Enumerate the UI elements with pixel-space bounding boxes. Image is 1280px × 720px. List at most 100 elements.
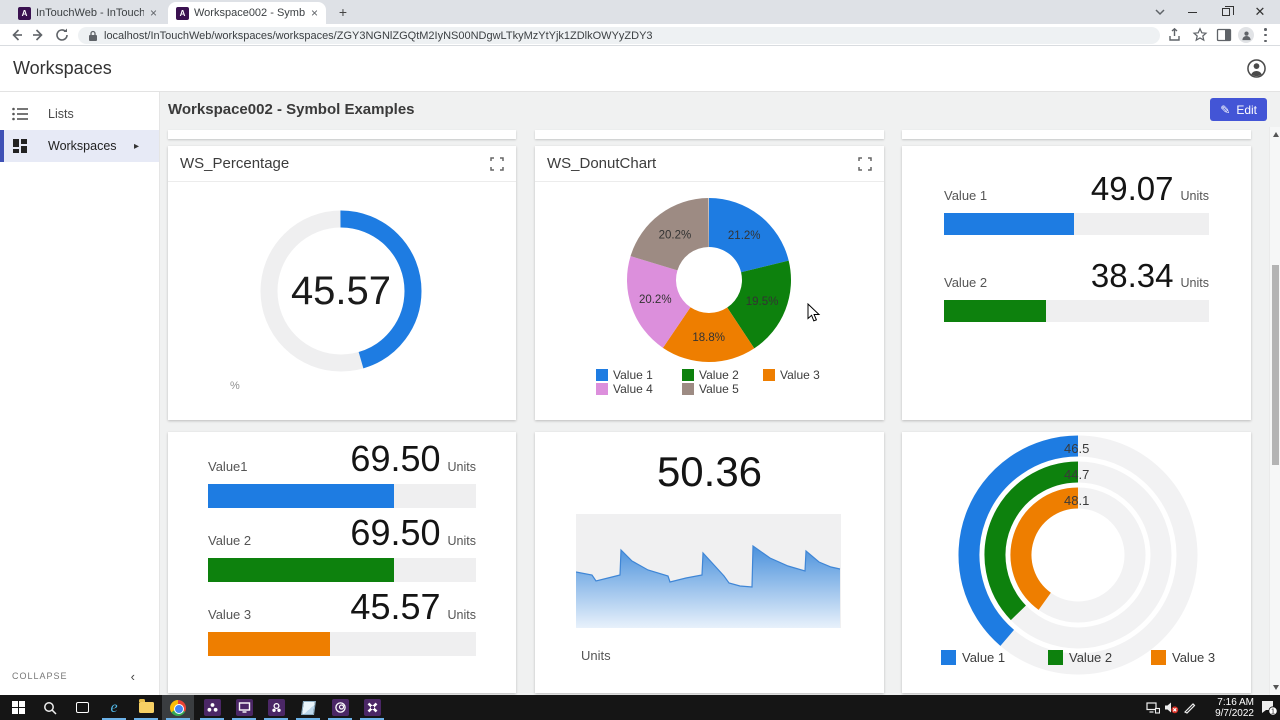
app-title: Workspaces xyxy=(13,58,112,79)
sidebar-item-label: Workspaces xyxy=(48,139,117,153)
back-button[interactable] xyxy=(8,27,24,43)
window-close-button[interactable]: ✕ xyxy=(1243,0,1277,24)
side-panel-icon[interactable] xyxy=(1216,27,1232,43)
clock-time: 7:16 AM xyxy=(1202,697,1254,708)
task-view-button[interactable] xyxy=(66,695,98,720)
browser-profile-avatar[interactable] xyxy=(1238,27,1254,43)
volume-muted-icon[interactable] xyxy=(1162,695,1180,720)
edit-button-label: Edit xyxy=(1236,103,1257,117)
browser-tab-workspace002[interactable]: A Workspace002 - Symbol Exampl × xyxy=(168,2,326,24)
scrollbar-thumb[interactable] xyxy=(1272,265,1279,465)
legend-item: Value 2 xyxy=(1048,650,1112,665)
tab-close-icon[interactable]: × xyxy=(311,7,318,19)
widget-title: WS_Percentage xyxy=(180,155,289,172)
share-icon[interactable] xyxy=(1168,27,1184,43)
scroll-down-arrow[interactable] xyxy=(1273,685,1279,690)
padlock-icon[interactable] xyxy=(88,30,98,42)
value-bar-row: Value 3 45.57 Units xyxy=(208,586,476,656)
browser-tab-intouchweb[interactable]: A InTouchWeb - InTouch Introducti × xyxy=(10,2,165,24)
donut-chart: 21.2%19.5%18.8%20.2%20.2% xyxy=(609,180,809,380)
sidebar-item-lists[interactable]: Lists xyxy=(0,98,159,130)
taskbar-notepad[interactable] xyxy=(292,695,324,720)
tab-close-icon[interactable]: × xyxy=(150,7,157,19)
windows-logo-icon xyxy=(12,701,25,714)
bookmark-star-icon[interactable] xyxy=(1192,27,1208,43)
taskbar-clock[interactable]: 7:16 AM 9/7/2022 xyxy=(1202,697,1254,719)
taskbar-chrome[interactable] xyxy=(162,695,194,720)
start-button[interactable] xyxy=(2,695,34,720)
window-minimize-button[interactable] xyxy=(1175,0,1209,24)
value-unit: Units xyxy=(448,534,476,548)
value-bar-track xyxy=(944,213,1209,235)
expand-icon[interactable] xyxy=(858,157,872,171)
sidebar-item-label: Lists xyxy=(48,107,74,121)
legend-swatch xyxy=(763,369,775,381)
tab-search-chevron-icon[interactable] xyxy=(1152,6,1168,18)
internet-explorer-icon: e xyxy=(110,699,117,717)
tab-favicon: A xyxy=(18,7,31,20)
window-restore-button[interactable] xyxy=(1209,0,1243,24)
network-icon[interactable] xyxy=(1144,695,1162,720)
reload-button[interactable] xyxy=(54,27,70,43)
address-bar[interactable]: localhost/InTouchWeb/workspaces/workspac… xyxy=(78,27,1160,44)
collapse-chevron-icon: ‹ xyxy=(131,669,136,684)
taskbar-search-button[interactable] xyxy=(34,695,66,720)
legend-label: Value 3 xyxy=(780,368,820,382)
expand-icon[interactable] xyxy=(490,157,504,171)
submenu-caret-icon: ▸ xyxy=(134,141,139,152)
svg-text:21.2%: 21.2% xyxy=(728,230,761,242)
browser-menu-button[interactable] xyxy=(1264,28,1267,42)
taskbar-app-ide[interactable] xyxy=(260,695,292,720)
new-tab-button[interactable]: + xyxy=(334,4,352,22)
partial-card xyxy=(168,130,516,139)
sidebar-collapse-button[interactable]: COLLAPSE ‹ xyxy=(0,665,160,687)
value-unit: Units xyxy=(1181,189,1209,203)
notification-icon: 1 xyxy=(1260,700,1278,716)
pen-input-icon[interactable] xyxy=(1180,695,1198,720)
legend-item: Value 3 xyxy=(1151,650,1215,665)
legend-item: Value 2 xyxy=(682,368,739,382)
legend-item: Value 1 xyxy=(596,368,653,382)
chrome-icon xyxy=(170,700,186,716)
task-view-icon xyxy=(76,702,89,713)
svg-text:1: 1 xyxy=(1271,708,1275,715)
folder-icon xyxy=(139,702,154,713)
pencil-icon: ✎ xyxy=(1220,103,1230,117)
widget-ws-percentage: WS_Percentage 45.57 % xyxy=(168,146,516,420)
legend-label: Value 1 xyxy=(962,650,1005,665)
widget-value-bars-bottom: Value1 69.50 Units Value 2 69.50 Units V… xyxy=(168,432,516,693)
edit-button[interactable]: ✎ Edit xyxy=(1210,98,1267,121)
taskbar-app-viewer[interactable] xyxy=(228,695,260,720)
legend-swatch xyxy=(682,369,694,381)
sidebar-item-workspaces[interactable]: Workspaces ▸ xyxy=(0,130,159,162)
taskbar-file-explorer[interactable] xyxy=(130,695,162,720)
legend-swatch xyxy=(941,650,956,665)
restore-icon xyxy=(1222,8,1230,16)
value-bar-track xyxy=(944,300,1209,322)
forward-button[interactable] xyxy=(31,27,47,43)
gauge-value: 45.57 xyxy=(256,206,426,376)
svg-text:20.2%: 20.2% xyxy=(639,294,672,306)
url-text[interactable]: localhost/InTouchWeb/workspaces/workspac… xyxy=(104,30,653,42)
value-bar-fill xyxy=(944,300,1046,322)
svg-text:20.2%: 20.2% xyxy=(659,229,692,241)
scroll-up-arrow[interactable] xyxy=(1273,132,1279,137)
taskbar-app-oi[interactable] xyxy=(324,695,356,720)
content-scrollbar[interactable] xyxy=(1269,127,1280,695)
widget-header: WS_Percentage xyxy=(168,146,516,182)
account-icon[interactable] xyxy=(1247,59,1266,78)
clock-date: 9/7/2022 xyxy=(1202,708,1254,719)
value-label: Value 2 xyxy=(944,275,1091,290)
taskbar-internet-explorer[interactable]: e xyxy=(98,695,130,720)
x-glyph-icon xyxy=(364,699,381,716)
radial-value: 48.1 xyxy=(1064,493,1089,508)
notification-center-button[interactable]: 1 xyxy=(1258,695,1280,720)
svg-text:19.5%: 19.5% xyxy=(746,296,779,308)
legend-item: Value 1 xyxy=(941,650,1005,665)
gauge-unit-label: % xyxy=(230,380,240,392)
taskbar-app-intouch[interactable] xyxy=(356,695,388,720)
value-bar-fill xyxy=(208,558,394,582)
value-unit: Units xyxy=(1181,276,1209,290)
trend-area-chart xyxy=(576,514,841,628)
taskbar-app-management-console[interactable] xyxy=(196,695,228,720)
